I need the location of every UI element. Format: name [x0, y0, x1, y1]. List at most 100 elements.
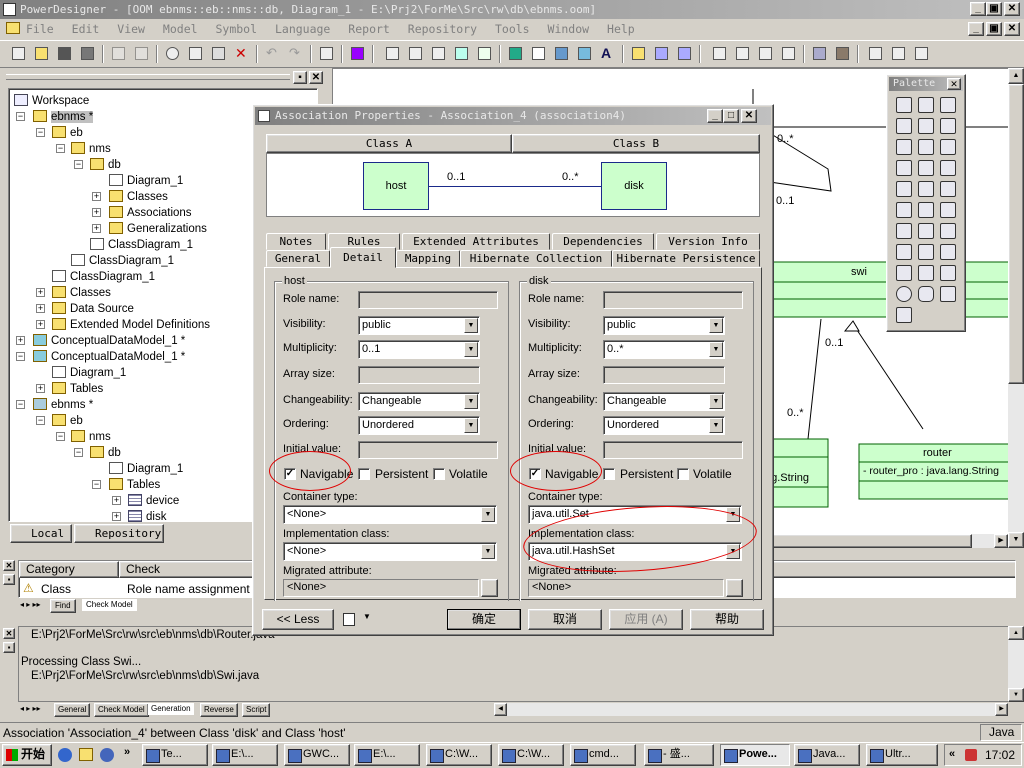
result-close-button[interactable]: ✕	[3, 560, 15, 571]
tree-item-classes[interactable]: Classes	[109, 189, 168, 205]
tree-item-nms[interactable]: nms	[71, 429, 111, 445]
link-tool-icon[interactable]	[940, 202, 956, 218]
quicklaunch-messenger-icon[interactable]	[100, 748, 114, 762]
font-icon[interactable]: A	[597, 43, 618, 64]
tree-item-diagram[interactable]: Diagram_1	[109, 461, 183, 477]
line-tool-icon[interactable]	[896, 265, 912, 281]
menu-file[interactable]: File	[26, 22, 54, 36]
tab-notes[interactable]: Notes	[266, 233, 326, 250]
tree-item-nms[interactable]: nms	[71, 141, 111, 157]
scroll-right-button[interactable]: ▶	[995, 703, 1008, 716]
package-tool-icon[interactable]	[918, 139, 934, 155]
tree-item-diagram[interactable]: Diagram_1	[109, 173, 183, 189]
tree-item-workspace[interactable]: Workspace	[14, 93, 89, 109]
tab-check-model[interactable]: Check Model	[94, 703, 149, 717]
host-persistent-checkbox[interactable]	[358, 468, 370, 480]
host-container-type-select[interactable]: <None> ▼	[283, 505, 497, 524]
open-package-icon[interactable]	[628, 43, 649, 64]
task-item[interactable]: E:\...	[212, 744, 278, 766]
disk-changeability-select[interactable]: Changeable ▼	[603, 392, 725, 411]
generalization-tool-icon[interactable]	[940, 160, 956, 176]
tree-item-data-source[interactable]: Data Source	[52, 301, 134, 317]
tree-item-db[interactable]: db	[90, 445, 121, 461]
tree-expander[interactable]: −	[36, 128, 45, 137]
task-item[interactable]: E:\...	[354, 744, 420, 766]
tree-expander[interactable]: +	[112, 512, 121, 521]
disk-visibility-select[interactable]: public ▼	[603, 316, 725, 335]
tree-item-classdiagram[interactable]: ClassDiagram_1	[71, 253, 174, 269]
tree-item-generalizations[interactable]: Generalizations	[109, 221, 207, 237]
tab-general[interactable]: General	[54, 703, 91, 717]
nav-arrows[interactable]: ◂ ▸ ▸▸	[20, 703, 41, 715]
tree-expander[interactable]: +	[92, 224, 101, 233]
tree-expander[interactable]: −	[16, 400, 25, 409]
grabber-tool-icon[interactable]	[918, 97, 934, 113]
less-button[interactable]: << Less	[262, 609, 334, 630]
task-item-active[interactable]: Powe...	[720, 744, 790, 766]
layout-icon-2[interactable]	[732, 43, 753, 64]
arc-tool-icon[interactable]	[918, 265, 934, 281]
ellipse-tool-icon[interactable]	[896, 286, 912, 302]
tree-item-classdiagram[interactable]: ClassDiagram_1	[52, 269, 155, 285]
output-restore-button[interactable]: ▪	[3, 642, 15, 653]
scroll-down-button[interactable]: ▼	[1008, 688, 1024, 702]
link-note-tool-icon[interactable]	[896, 244, 912, 260]
host-changeability-select[interactable]: Changeable ▼	[358, 392, 480, 411]
composition-tool-icon[interactable]	[940, 181, 956, 197]
menu-symbol[interactable]: Symbol	[215, 22, 257, 36]
tab-detail[interactable]: Detail	[330, 247, 396, 268]
doc-close-button[interactable]: ✕	[1004, 22, 1020, 36]
canvas-vscrollbar[interactable]: ▲ ▼	[1008, 68, 1024, 548]
file-tool-icon[interactable]	[918, 223, 934, 239]
properties-tool-icon[interactable]	[940, 118, 956, 134]
result-toggle-icon[interactable]	[911, 43, 932, 64]
output-vscrollbar[interactable]: ▲ ▼	[1008, 626, 1024, 702]
model-icon[interactable]	[347, 43, 368, 64]
tab-general[interactable]: General	[266, 250, 330, 267]
dialog-minimize-button[interactable]: _	[707, 109, 723, 123]
menu-window[interactable]: Window	[548, 22, 590, 36]
tree-expander[interactable]: −	[92, 480, 101, 489]
menu-model[interactable]: Model	[163, 22, 198, 36]
output-toggle-icon[interactable]	[888, 43, 909, 64]
host-volatile-checkbox[interactable]	[433, 468, 445, 480]
realization-tool-icon[interactable]	[918, 202, 934, 218]
maximize-button[interactable]: ▣	[986, 2, 1002, 16]
tree-expander[interactable]: +	[36, 304, 45, 313]
text-icon[interactable]	[528, 43, 549, 64]
disk-initial-value-input[interactable]	[603, 441, 743, 459]
host-initial-value-input[interactable]	[358, 441, 498, 459]
canvas-hscrollbar[interactable]: ▶	[772, 534, 1008, 548]
reverse-icon[interactable]	[428, 43, 449, 64]
host-multiplicity-select[interactable]: 0..1 ▼	[358, 340, 480, 359]
tree-expander[interactable]: +	[36, 384, 45, 393]
tree-item-eb[interactable]: eb	[52, 413, 83, 429]
palette-close-button[interactable]: ✕	[947, 78, 961, 90]
tree-expander[interactable]: +	[92, 208, 101, 217]
tree-item-associations[interactable]: Associations	[109, 205, 192, 221]
require-link-tool-icon[interactable]	[896, 223, 912, 239]
minimize-button[interactable]: _	[970, 2, 986, 16]
quicklaunch-folder-icon[interactable]	[79, 748, 93, 761]
menu-language[interactable]: Language	[275, 22, 330, 36]
layout-icon-4[interactable]	[778, 43, 799, 64]
output-hscrollbar[interactable]: ◀ ▶	[494, 703, 1008, 716]
tab-check-model[interactable]: Check Model	[82, 599, 137, 611]
layout-icon-3[interactable]	[755, 43, 776, 64]
symbol-icon[interactable]	[505, 43, 526, 64]
forward-icon[interactable]	[674, 43, 695, 64]
tree-expander[interactable]: −	[36, 416, 45, 425]
pen-icon[interactable]	[551, 43, 572, 64]
tab-hibernate-collection[interactable]: Hibernate Collection	[460, 250, 612, 267]
menu-view[interactable]: View	[117, 22, 145, 36]
port-tool-icon[interactable]	[918, 160, 934, 176]
grid-icon[interactable]	[809, 43, 830, 64]
undo-icon[interactable]: ↶	[262, 43, 283, 64]
tab-script[interactable]: Script	[242, 703, 271, 717]
disk-multiplicity-select[interactable]: 0..* ▼	[603, 340, 725, 359]
close-button[interactable]: ✕	[1004, 2, 1020, 16]
nav-arrows[interactable]: ◂ ▸ ▸▸	[20, 599, 41, 611]
menu-help[interactable]: Help	[607, 22, 635, 36]
tab-version-info[interactable]: Version Info	[656, 233, 760, 250]
dependency-tool-icon[interactable]	[896, 202, 912, 218]
